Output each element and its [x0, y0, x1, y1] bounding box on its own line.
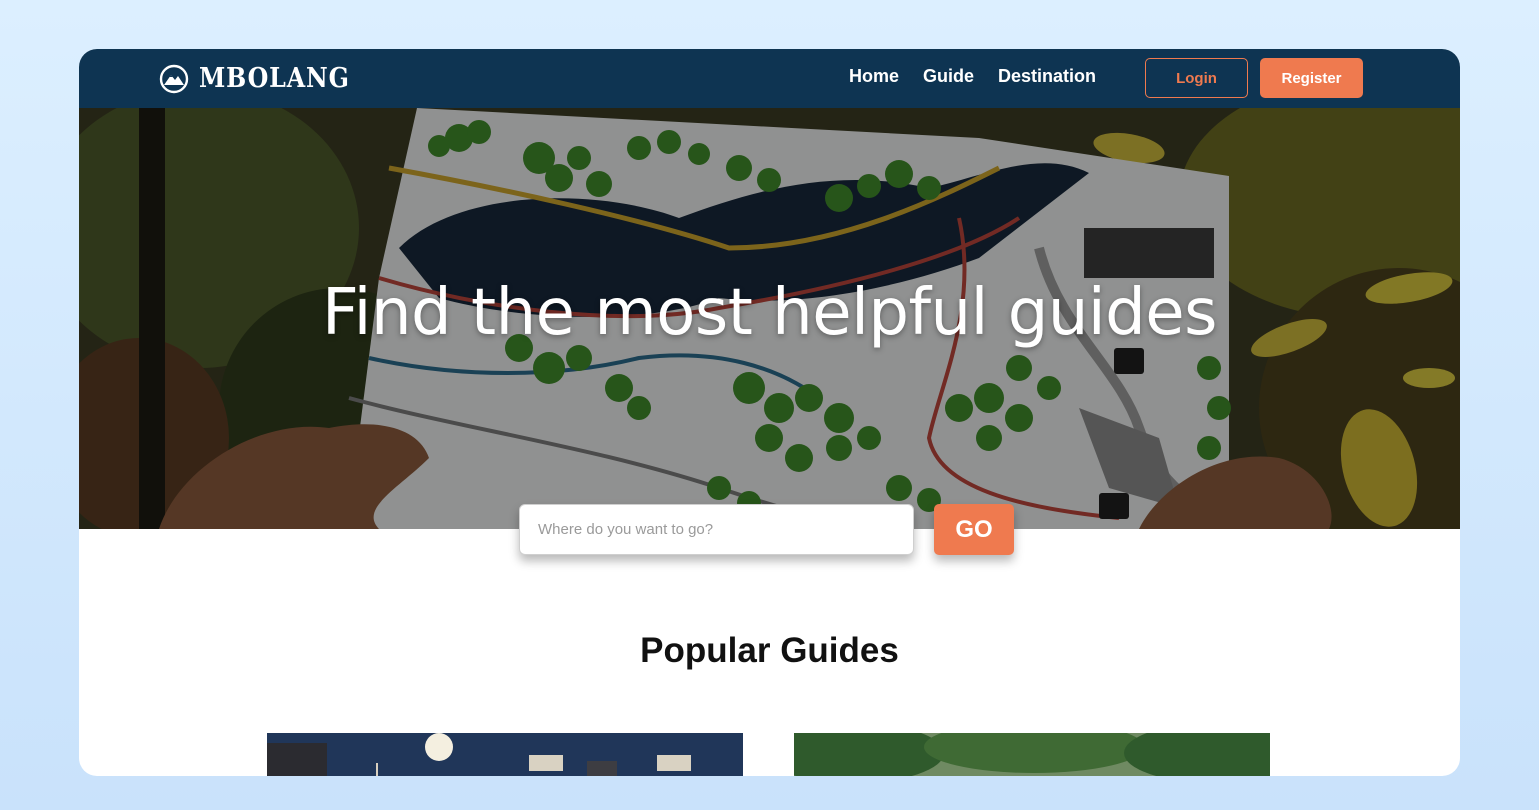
nav-home[interactable]: Home — [849, 66, 899, 87]
navbar: MBOLANG Home Guide Destination Login Reg… — [79, 49, 1460, 108]
popular-guides-title: Popular Guides — [640, 631, 899, 670]
register-button[interactable]: Register — [1260, 58, 1363, 98]
brand-name: MBOLANG — [199, 63, 350, 94]
nav-destination[interactable]: Destination — [998, 66, 1096, 87]
guide-card-image[interactable] — [267, 733, 743, 776]
guide-card-image[interactable] — [794, 733, 1270, 776]
guide-image-forest — [794, 733, 1270, 776]
app-window: MBOLANG Home Guide Destination Login Reg… — [79, 49, 1460, 776]
search-input[interactable] — [519, 504, 914, 555]
brand-logo-link[interactable]: MBOLANG — [159, 63, 370, 94]
nav-guide[interactable]: Guide — [923, 66, 974, 87]
go-button[interactable]: GO — [934, 504, 1014, 555]
main-nav: Home Guide Destination — [849, 66, 1096, 87]
hero-banner: Find the most helpful guides — [79, 108, 1460, 529]
guide-image-night-street — [267, 733, 743, 776]
mountain-icon — [159, 64, 189, 93]
login-button[interactable]: Login — [1145, 58, 1248, 98]
hero-title: Find the most helpful guides — [322, 276, 1218, 350]
